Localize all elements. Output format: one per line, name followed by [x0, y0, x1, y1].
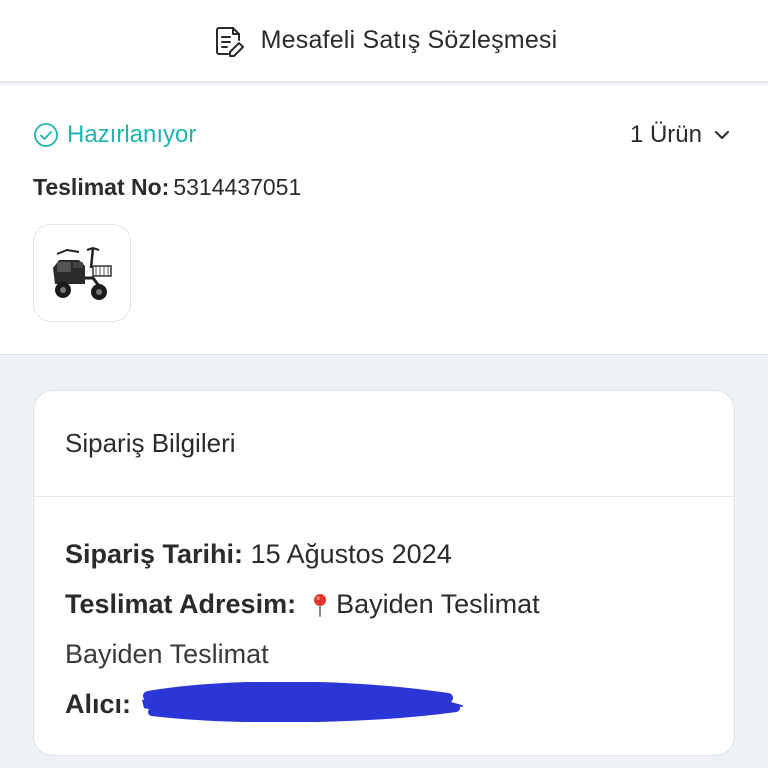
delivery-address-label: Teslimat Adresim:: [65, 589, 297, 619]
order-summary-card: Hazırlanıyor 1 Ürün Teslimat No: 53144370…: [0, 85, 768, 355]
delivery-number-value: 5314437051: [173, 174, 302, 200]
recipient-row: Alıcı:: [65, 689, 131, 720]
order-date-label: Sipariş Tarihi:: [65, 539, 244, 569]
order-info-card: Sipariş Bilgileri Sipariş Tarihi: 15 Ağu…: [33, 390, 735, 756]
document-edit-icon: [215, 26, 244, 57]
electric-tricycle-image: [53, 247, 112, 300]
order-date-row: Sipariş Tarihi: 15 Ağustos 2024: [65, 539, 452, 570]
redaction-scribble: [142, 682, 464, 722]
product-thumbnail[interactable]: [33, 224, 131, 322]
contract-label: Mesafeli Satış Sözleşmesi: [260, 26, 558, 54]
chevron-down-icon: [715, 131, 729, 139]
delivery-address-row: Teslimat Adresim: Bayiden Teslimat: [65, 589, 540, 620]
recipient-label: Alıcı:: [65, 689, 132, 719]
order-info-title: Sipariş Bilgileri: [65, 428, 236, 458]
delivery-number: Teslimat No: 5314437051: [33, 174, 301, 201]
items-count: 1 Ürün: [629, 121, 702, 148]
order-info-header: Sipariş Bilgileri: [34, 391, 734, 497]
delivery-number-label: Teslimat No:: [33, 174, 170, 200]
order-status: Hazırlanıyor: [33, 121, 196, 149]
check-circle-icon: [34, 123, 58, 147]
order-date-value: 15 Ağustos 2024: [250, 539, 452, 569]
address-detail: Bayiden Teslimat: [65, 639, 269, 669]
delivery-address-value: Bayiden Teslimat: [336, 589, 540, 619]
items-toggle-button[interactable]: 1 Ürün: [630, 121, 732, 149]
status-text: Hazırlanıyor: [67, 121, 197, 148]
location-pin-icon: [314, 593, 327, 617]
top-bar: Mesafeli Satış Sözleşmesi: [0, 0, 768, 83]
distance-sales-contract-link[interactable]: Mesafeli Satış Sözleşmesi: [211, 23, 558, 59]
